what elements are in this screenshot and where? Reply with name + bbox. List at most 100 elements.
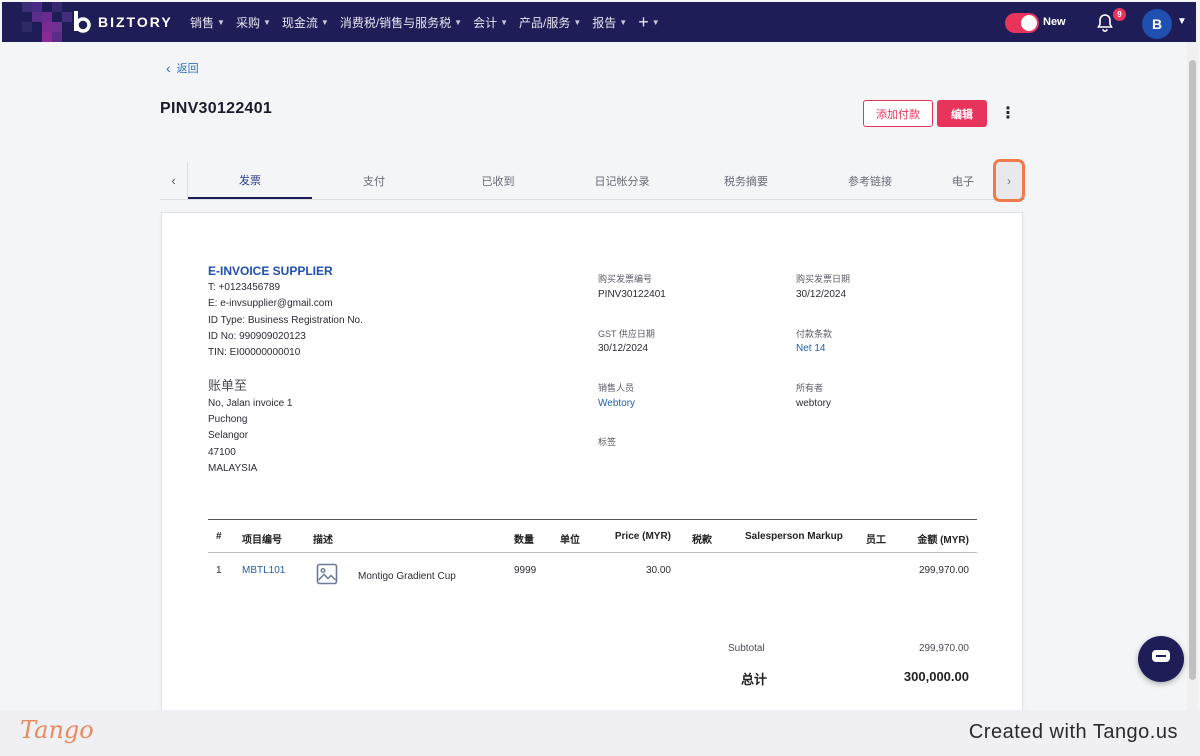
subtotal-label: Subtotal: [728, 643, 765, 654]
gst-date-label: GST 供应日期: [598, 329, 655, 339]
chevron-down-icon: ▼: [454, 17, 463, 27]
cell-qty: 9999: [514, 565, 537, 576]
salesperson-label: 销售人员: [598, 383, 635, 393]
tab-list: 发票 支付 已收到 日记帐分录 税务摘要 参考链接 电子: [188, 162, 1023, 199]
tab-next-arrow[interactable]: ›: [993, 159, 1025, 202]
image-placeholder-icon: [316, 563, 338, 585]
supplier-phone: T: +0123456789: [208, 282, 281, 293]
col-staff: 员工: [866, 535, 886, 546]
supplier-email: E: e-invsupplier@gmail.com: [208, 298, 333, 309]
col-price: Price (MYR): [614, 531, 671, 542]
tab-prev-arrow[interactable]: ‹: [160, 162, 188, 199]
col-qty: 数量: [514, 535, 534, 546]
brand-logo[interactable]: BIZTORY: [72, 11, 173, 33]
bill-to-heading: 账单至: [208, 378, 248, 393]
payment-terms-label: 付款条款: [796, 329, 833, 339]
more-options-icon[interactable]: ⋮: [1000, 104, 1016, 124]
plus-icon: +: [638, 11, 649, 32]
menu-sales[interactable]: 销售 ▼: [190, 14, 225, 31]
chevron-left-icon: ‹: [166, 60, 171, 76]
page-content: ‹ 返回 PINV30122401 添加付款 编辑 ⋮ ‹ 发票 支付 已收到 …: [2, 42, 1187, 710]
col-desc: 描述: [313, 535, 333, 546]
biztory-logo-icon: [72, 11, 92, 33]
page-title: PINV30122401: [160, 100, 273, 117]
col-amount: 金额 (MYR): [917, 535, 969, 546]
chat-icon: [1151, 649, 1171, 670]
back-label: 返回: [176, 63, 199, 75]
supplier-tin: TIN: EI00000000010: [208, 347, 301, 358]
tab-reference-links[interactable]: 参考链接: [808, 162, 932, 199]
chevron-down-icon: ▼: [500, 17, 509, 27]
tab-journal-entries[interactable]: 日记帐分录: [560, 162, 684, 199]
main-menu: 销售 ▼ 采购 ▼ 现金流 ▼ 消费税/销售与服务税 ▼ 会计 ▼ 产品/服务 ▼ 报告 ▼ …: [190, 2, 660, 42]
invoice-date-label: 购买发票日期: [796, 274, 851, 284]
tab-einvoice[interactable]: 电子: [932, 162, 992, 199]
payment-terms-link[interactable]: Net 14: [796, 343, 825, 354]
address-line: No, Jalan invoice 1: [208, 398, 293, 409]
supplier-id-type: ID Type: Business Registration No.: [208, 315, 363, 326]
table-header: # 项目编号 描述 数量 单位 Price (MYR) 税款 Salespers…: [208, 519, 977, 553]
edit-button[interactable]: 编辑: [937, 100, 987, 127]
item-code-link[interactable]: MBTL101: [242, 565, 285, 576]
chevron-down-icon: ▼: [262, 17, 271, 27]
menu-cashflow[interactable]: 现金流 ▼: [282, 14, 329, 31]
back-link[interactable]: ‹ 返回: [166, 60, 199, 76]
menu-purchase[interactable]: 采购 ▼: [236, 14, 271, 31]
tab-bar: ‹ 发票 支付 已收到 日记帐分录 税务摘要 参考链接 电子: [160, 162, 1023, 200]
invoice-date-value: 30/12/2024: [796, 289, 847, 300]
cell-no: 1: [216, 565, 222, 576]
tab-invoice[interactable]: 发票: [188, 162, 312, 199]
tango-logo: Tango: [20, 716, 94, 744]
invoice-no-value: PINV30122401: [598, 289, 666, 300]
footer-bar: Tango Created with Tango.us: [0, 710, 1200, 756]
gst-date-value: 30/12/2024: [598, 343, 649, 354]
col-code: 项目编号: [242, 535, 282, 546]
notification-badge: 9: [1113, 8, 1126, 21]
chat-button[interactable]: [1138, 636, 1184, 682]
tab-payment[interactable]: 支付: [312, 162, 436, 199]
chevron-right-icon: ›: [1007, 173, 1011, 188]
menu-products[interactable]: 产品/服务 ▼: [519, 14, 581, 31]
address-line: Selangor: [208, 430, 249, 441]
table-row: 1 MBTL101 Montigo Gradient Cup 9999 30.0…: [208, 553, 977, 603]
brand-name: BIZTORY: [98, 14, 173, 30]
owner-value: webtory: [796, 398, 832, 409]
chevron-left-icon: ‹: [171, 173, 176, 188]
tab-tax-summary[interactable]: 税务摘要: [684, 162, 808, 199]
supplier-id-no: ID No: 990909020123: [208, 331, 306, 342]
cell-price: 30.00: [645, 565, 671, 576]
top-navbar: BIZTORY 销售 ▼ 采购 ▼ 现金流 ▼ 消费税/销售与服务税 ▼ 会计 ▼ 产品/…: [2, 2, 1196, 42]
quick-add-button[interactable]: + ▼: [638, 12, 659, 33]
scrollbar[interactable]: [1187, 42, 1198, 710]
address-line: MALAYSIA: [208, 463, 258, 474]
address-line: Puchong: [208, 414, 248, 425]
items-table: # 项目编号 描述 数量 单位 Price (MYR) 税款 Salespers…: [208, 519, 977, 603]
new-ui-toggle[interactable]: [1005, 13, 1039, 33]
chevron-down-icon: ▼: [651, 17, 660, 27]
bell-icon[interactable]: [1095, 13, 1115, 33]
chevron-down-icon: ▼: [619, 17, 628, 27]
chevron-down-icon: ▼: [320, 17, 329, 27]
col-no: #: [216, 531, 222, 542]
supplier-name: E-INVOICE SUPPLIER: [208, 264, 333, 278]
owner-label: 所有者: [796, 383, 824, 393]
chevron-down-icon: ▼: [217, 17, 225, 27]
invoice-card: E-INVOICE SUPPLIER T: +0123456789 E: e-i…: [161, 212, 1023, 710]
menu-reports[interactable]: 报告 ▼: [592, 14, 627, 31]
chevron-down-icon[interactable]: ▼: [1177, 16, 1187, 27]
total-label: 总计: [741, 672, 768, 687]
chevron-down-icon: ▼: [573, 17, 582, 27]
cell-desc: Montigo Gradient Cup: [358, 571, 456, 582]
col-tax: 税款: [692, 535, 712, 546]
tags-label: 标签: [598, 437, 617, 447]
created-with-text: Created with Tango.us: [968, 721, 1178, 743]
menu-tax[interactable]: 消费税/销售与服务税 ▼: [340, 14, 462, 31]
menu-accounting[interactable]: 会计 ▼: [473, 14, 508, 31]
avatar[interactable]: B: [1142, 9, 1172, 39]
tab-received[interactable]: 已收到: [436, 162, 560, 199]
scrollbar-thumb[interactable]: [1189, 60, 1196, 680]
add-payment-button[interactable]: 添加付款: [863, 100, 933, 127]
subtotal-value: 299,970.00: [918, 643, 969, 654]
salesperson-link[interactable]: Webtory: [598, 398, 635, 409]
col-markup: Salesperson Markup: [745, 531, 843, 542]
